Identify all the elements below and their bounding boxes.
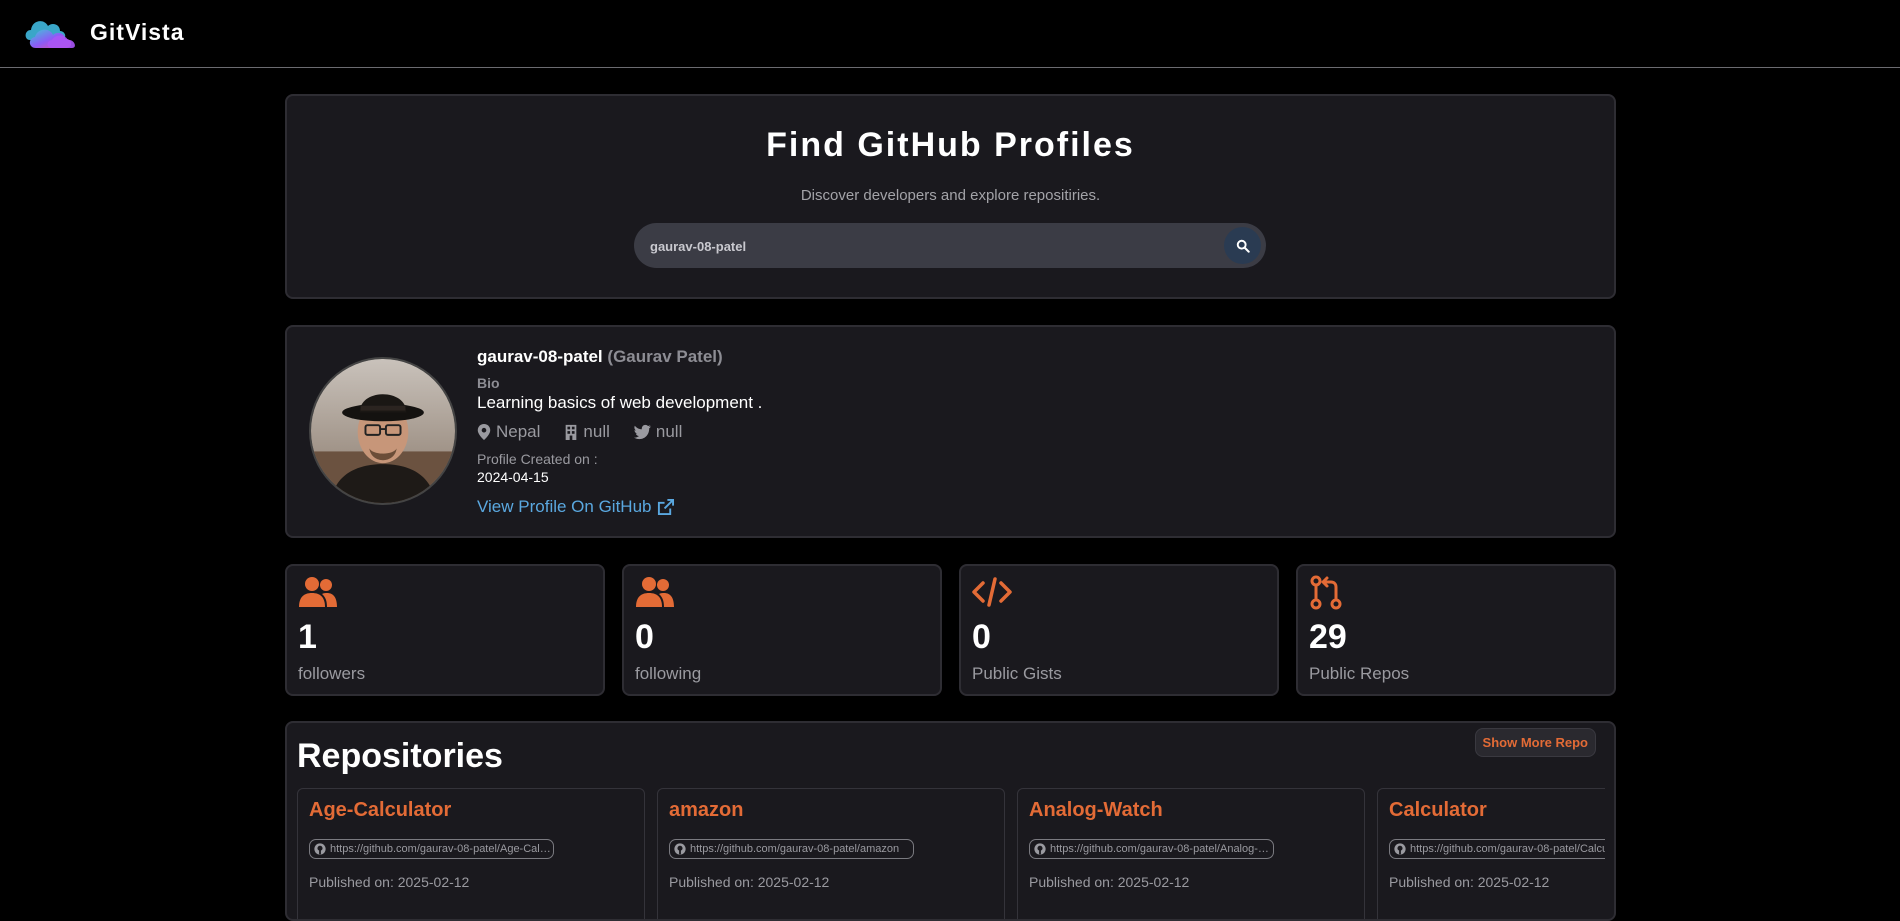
repo-card[interactable]: Calculator https://github.com/gaurav-08-…	[1377, 788, 1605, 919]
repo-url-badge[interactable]: https://github.com/gaurav-08-patel/Calcu…	[1389, 839, 1605, 859]
search-icon	[1236, 239, 1250, 253]
view-profile-link[interactable]: View Profile On GitHub	[477, 497, 675, 517]
page-title: Find GitHub Profiles	[766, 126, 1135, 164]
stat-label: Public Gists	[972, 664, 1062, 683]
github-icon	[1394, 843, 1406, 855]
repo-url-text: https://github.com/gaurav-08-patel/Age-C…	[330, 843, 553, 855]
repo-published: Published on: 2025-02-12	[669, 874, 830, 890]
repo-url-badge[interactable]: https://github.com/gaurav-08-patel/Analo…	[1029, 839, 1274, 859]
profile-login: gaurav-08-patel	[477, 347, 603, 366]
repo-name[interactable]: Age-Calculator	[309, 799, 451, 822]
repo-published: Published on: 2025-02-12	[1389, 874, 1550, 890]
repo-url-text: https://github.com/gaurav-08-patel/amazo…	[690, 843, 900, 855]
stat-label: following	[635, 664, 702, 683]
profile-meta: Nepal null null	[477, 422, 762, 442]
bio-text: Learning basics of web development .	[477, 393, 763, 412]
repo-url-text: https://github.com/gaurav-08-patel/Calcu…	[1410, 843, 1605, 855]
repo-url-badge[interactable]: https://github.com/gaurav-08-patel/Age-C…	[309, 839, 554, 859]
top-navbar: GitVista	[0, 0, 1900, 68]
view-profile-label: View Profile On GitHub	[477, 497, 652, 516]
search-button[interactable]	[1224, 227, 1261, 264]
repo-card[interactable]: Analog-Watch https://github.com/gaurav-0…	[1017, 788, 1365, 919]
search-box	[634, 223, 1266, 270]
stat-card-followers: 1 followers	[285, 564, 605, 696]
building-icon	[566, 424, 577, 440]
stat-value: 0	[635, 618, 654, 656]
stat-value: 1	[298, 618, 317, 656]
repo-url-text: https://github.com/gaurav-08-patel/Analo…	[1050, 843, 1273, 855]
stat-value: 0	[972, 618, 991, 656]
avatar-image	[311, 359, 455, 503]
profile-name-line: gaurav-08-patel (Gaurav Patel)	[477, 347, 762, 367]
created-label: Profile Created on :	[477, 451, 598, 467]
location-pin-icon	[477, 424, 491, 440]
repo-url-badge[interactable]: https://github.com/gaurav-08-patel/amazo…	[669, 839, 914, 859]
twitter-text: null	[655, 422, 683, 441]
repo-published: Published on: 2025-02-12	[1029, 874, 1190, 890]
page-subtitle: Discover developers and explore repositi…	[800, 187, 1101, 204]
repo-name[interactable]: Calculator	[1389, 799, 1487, 822]
profile-info: gaurav-08-patel (Gaurav Patel) Bio Learn…	[477, 347, 762, 517]
code-icon	[972, 577, 1012, 607]
repositories-panel: Repositories Show More Repo Age-Calculat…	[285, 721, 1616, 921]
github-icon	[314, 843, 326, 855]
location-item: Nepal	[477, 422, 540, 442]
repo-list[interactable]: Age-Calculator https://github.com/gaurav…	[297, 788, 1605, 919]
users-icon	[636, 577, 674, 607]
search-input[interactable]	[648, 223, 1212, 270]
profile-card: gaurav-08-patel (Gaurav Patel) Bio Learn…	[285, 325, 1616, 538]
stat-value: 29	[1309, 618, 1347, 656]
stat-card-gists: 0 Public Gists	[959, 564, 1279, 696]
users-icon	[299, 577, 337, 607]
repo-published: Published on: 2025-02-12	[309, 874, 470, 890]
github-icon	[674, 843, 686, 855]
search-panel: Find GitHub Profiles Discover developers…	[285, 94, 1616, 299]
location-text: Nepal	[496, 422, 541, 441]
repo-name[interactable]: Analog-Watch	[1029, 799, 1163, 822]
twitter-item: null	[633, 422, 683, 442]
repositories-title: Repositories	[297, 737, 503, 775]
company-item: null	[564, 422, 610, 442]
created-date: 2024-04-15	[477, 469, 549, 485]
company-text: null	[583, 422, 610, 441]
bio-label: Bio	[477, 375, 500, 391]
repo-card[interactable]: Age-Calculator https://github.com/gaurav…	[297, 788, 645, 919]
brand[interactable]: GitVista	[22, 14, 185, 50]
cloud-logo-icon	[25, 21, 75, 48]
github-icon	[1034, 843, 1046, 855]
git-pull-request-icon	[1310, 575, 1342, 610]
stat-label: followers	[298, 664, 366, 683]
avatar	[309, 357, 457, 505]
twitter-icon	[633, 424, 651, 440]
stat-card-repos: 29 Public Repos	[1296, 564, 1616, 696]
show-more-repo-button[interactable]: Show More Repo	[1474, 728, 1596, 757]
external-link-icon	[658, 498, 675, 515]
profile-full-name: (Gaurav Patel)	[607, 347, 723, 366]
repo-name[interactable]: amazon	[669, 799, 743, 822]
brand-name: GitVista	[90, 18, 185, 45]
stat-label: Public Repos	[1309, 664, 1410, 683]
repo-card[interactable]: amazon https://github.com/gaurav-08-pate…	[657, 788, 1005, 919]
stat-card-following: 0 following	[622, 564, 942, 696]
